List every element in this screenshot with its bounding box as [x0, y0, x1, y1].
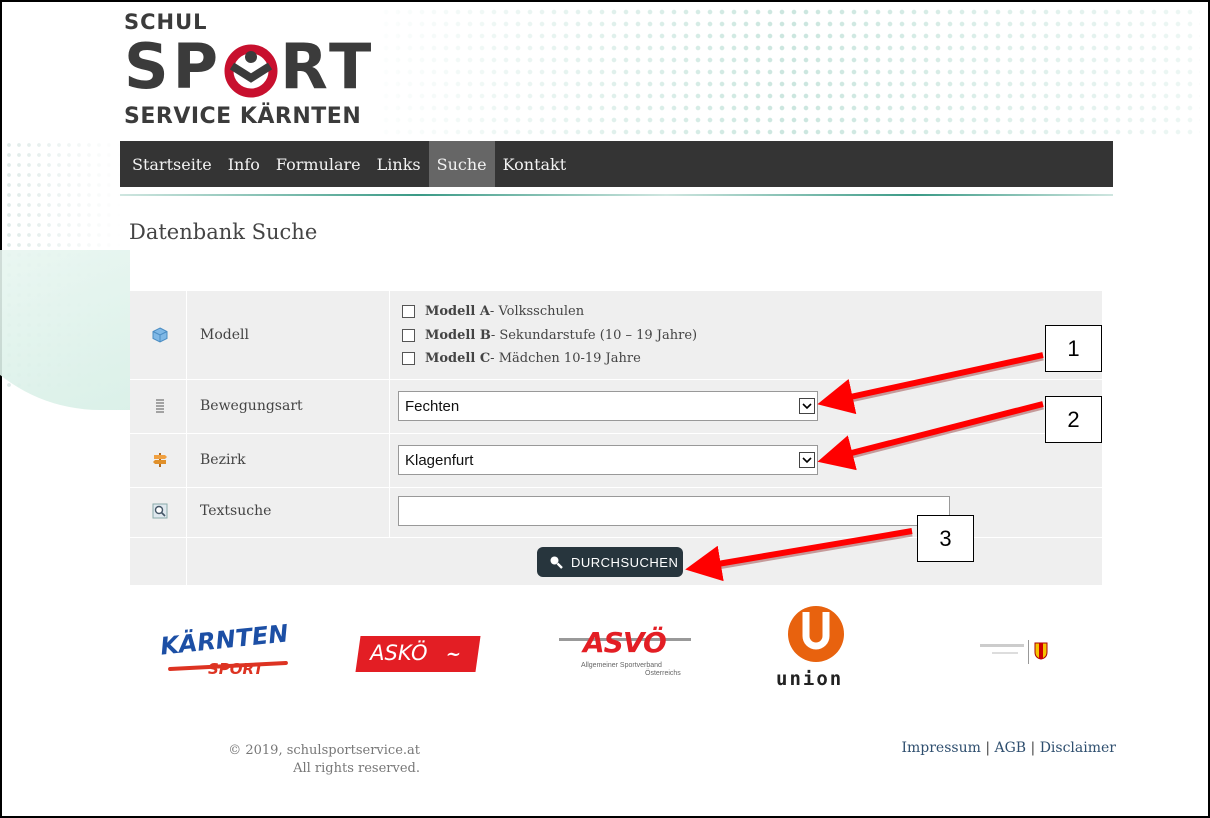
- annotation-arrow-1-main: [817, 352, 1044, 415]
- askoe-logo-text: ASKÖ: [370, 641, 428, 665]
- asvoe-logo-subtitle-2: Österreichs: [645, 670, 681, 677]
- union-logo-icon: [788, 606, 844, 662]
- agb-link[interactable]: AGB: [994, 740, 1026, 756]
- asvoe-logo-text: ASVÖ: [583, 626, 667, 659]
- bildungsdirektion-logo-divider: [1028, 640, 1029, 664]
- copyright-line-2: All rights reserved.: [293, 761, 420, 776]
- bildungsdirektion-logo-line: [992, 652, 1018, 654]
- footer-separator: |: [985, 740, 991, 756]
- sponsor-logo-askoe[interactable]: ASKÖ ~: [355, 636, 481, 672]
- annotation-arrow-2-main: [817, 401, 1044, 471]
- annotation-arrow-3-main: [685, 528, 913, 582]
- sponsor-logo-bildungsdirektion[interactable]: [980, 640, 1052, 666]
- kaernten-logo-sport: SPORT: [208, 660, 264, 678]
- sponsor-logo-union[interactable]: union: [770, 604, 860, 694]
- footer-copyright: © 2019, schulsportservice.at All rights …: [120, 742, 420, 778]
- disclaimer-link[interactable]: Disclaimer: [1040, 740, 1116, 756]
- bildungsdirektion-logo-line: [980, 644, 1024, 647]
- askoe-swirl-icon: ~: [444, 644, 463, 665]
- annotation-label-1: 1: [1045, 325, 1102, 372]
- sponsor-logo-kaernten-sport[interactable]: KÄRNTEN SPORT: [150, 610, 300, 690]
- copyright-line-1: © 2019, schulsportservice.at: [228, 743, 420, 758]
- annotation-label-3: 3: [917, 515, 974, 562]
- union-logo-text: union: [776, 668, 844, 690]
- annotation-label-2: 2: [1045, 396, 1102, 443]
- coat-of-arms-icon: [1034, 642, 1048, 660]
- footer-links: Impressum | AGB | Disclaimer: [860, 740, 1116, 756]
- footer-separator: |: [1030, 740, 1036, 756]
- kaernten-logo-text: KÄRNTEN: [158, 619, 290, 661]
- annotation-arrows: [685, 352, 1044, 582]
- impressum-link[interactable]: Impressum: [901, 740, 980, 756]
- sponsor-logo-asvoe[interactable]: ASVÖ Allgemeiner Sportverband Österreich…: [555, 624, 695, 684]
- asvoe-logo-subtitle: Allgemeiner Sportverband: [581, 662, 662, 669]
